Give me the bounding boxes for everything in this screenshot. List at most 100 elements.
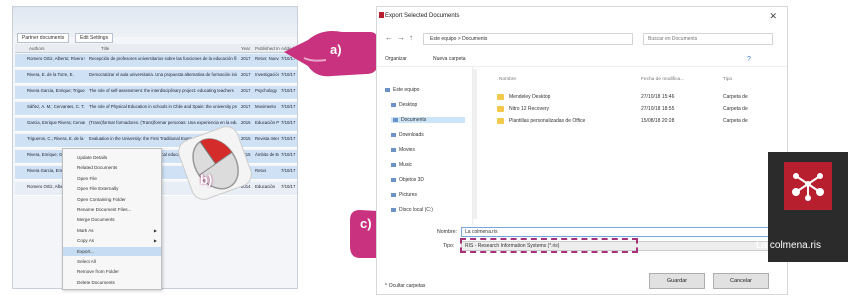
- menu-item[interactable]: Open Containing Folder: [63, 195, 161, 204]
- column-header-name[interactable]: Nombre: [499, 77, 516, 82]
- cell-authors: Garcia, Enrique Rivera; Cervantes, Carme…: [27, 120, 85, 125]
- save-button[interactable]: Guardar: [649, 273, 705, 289]
- name-label: Nombre:: [437, 229, 457, 235]
- forward-arrow-icon[interactable]: →: [397, 33, 405, 42]
- menu-item[interactable]: Select All: [63, 257, 161, 266]
- tree-item[interactable]: Music: [391, 162, 412, 168]
- column-header-published[interactable]: Published In: [255, 46, 280, 51]
- cell-year: 2017: [241, 88, 251, 93]
- column-header-title[interactable]: Title: [101, 46, 109, 51]
- menu-item[interactable]: Related Documents: [63, 163, 161, 172]
- file-name-field[interactable]: La colmena.ris: [461, 227, 781, 237]
- tree-item[interactable]: Desktop: [391, 102, 417, 108]
- cancel-button[interactable]: Cancelar: [713, 273, 769, 289]
- new-folder-button[interactable]: Nueva carpeta: [433, 56, 466, 62]
- table-row[interactable]: Trigueros, C.; Rivera, E. de la Torre, E…: [15, 134, 297, 148]
- file-row[interactable]: Mendeley Desktop 27/10/18 15:46 Carpeta de: [497, 93, 783, 102]
- cell-title: Recepción de profesores universitarios s…: [89, 56, 237, 61]
- menu-item[interactable]: Rename Document Files...: [63, 205, 161, 214]
- cell-title: The role of Physical Education in school…: [89, 104, 237, 109]
- context-menu: Update Details Related Documents Open File…: [62, 148, 162, 290]
- file-date: 27/10/18 15:46: [641, 94, 675, 100]
- search-input[interactable]: [643, 33, 773, 45]
- cell-published: Retos: [255, 168, 267, 173]
- menu-item[interactable]: Copy As ▶: [63, 236, 161, 245]
- column-header-year[interactable]: Year: [241, 46, 250, 51]
- submenu-arrow-icon: ▶: [153, 227, 157, 233]
- folder-icon: [385, 87, 390, 92]
- tree-item-label: Movies: [399, 147, 415, 153]
- address-bar[interactable]: Este equipo > Documents: [423, 33, 633, 45]
- column-header-authors[interactable]: Authors: [29, 46, 45, 51]
- menu-item-label: Update Details: [77, 155, 108, 160]
- table-row[interactable]: Garcia, Enrique Rivera; Cervantes, Carme…: [15, 118, 297, 132]
- library-table-header: Authors Title Year Published In Added: [15, 44, 297, 53]
- menu-item-label: Remove from Folder: [77, 269, 119, 275]
- file-type: Carpeta de: [723, 94, 748, 100]
- up-arrow-icon[interactable]: ↑: [409, 33, 413, 42]
- menu-item[interactable]: Merge Documents: [63, 215, 161, 224]
- cell-published: Educación Pedagógica: [255, 120, 279, 125]
- cell-year: 2017: [241, 72, 251, 77]
- ris-file-desktop-icon[interactable]: La colmena.ris: [756, 152, 848, 262]
- cell-added: 7/10/17: [281, 88, 296, 93]
- file-row[interactable]: Plantillas personalizadas de Office 15/08…: [497, 117, 783, 126]
- cell-authors: Romero Ortiz, Alberto; Rivera Garcia, En…: [27, 56, 85, 61]
- callout-c-label: c): [360, 216, 372, 231]
- type-label: Tipo:: [443, 243, 455, 249]
- file-list: Nombre Fecha de modifica... Tipo Mendele…: [477, 67, 785, 217]
- hide-folders-toggle[interactable]: ^ Ocultar carpetas: [385, 283, 425, 289]
- tree-item[interactable]: Pictures: [391, 192, 417, 198]
- cell-added: 7/10/17: [281, 168, 296, 173]
- folder-icon: [391, 132, 396, 137]
- menu-item[interactable]: Open File: [63, 174, 161, 183]
- tab-edit-settings[interactable]: Edit Settings: [75, 33, 114, 43]
- back-arrow-icon[interactable]: ←: [385, 33, 393, 42]
- tree-item[interactable]: Disco local (C:): [391, 207, 433, 213]
- table-row[interactable]: Rivera, E. de la Torre, E. Democratizar e…: [15, 70, 297, 84]
- close-icon[interactable]: ✕: [769, 11, 777, 22]
- table-row[interactable]: Rivera Garcia, Enrique; Trigueros Cervan…: [15, 86, 297, 100]
- organize-button[interactable]: Organizar: [385, 56, 407, 62]
- table-row[interactable]: Romero Ortiz, Alberto; Rivera Garcia, En…: [15, 54, 297, 68]
- cell-published: Investigación: [255, 72, 279, 77]
- callout-a-label: a): [330, 42, 342, 57]
- menu-item[interactable]: Update Details: [63, 153, 161, 162]
- menu-item-label: Copy As: [77, 238, 95, 244]
- mendeley-app-icon: [379, 12, 384, 18]
- menu-item[interactable]: Delete Documents: [63, 278, 161, 287]
- file-type: Carpeta de: [723, 106, 748, 112]
- menu-item-label: Select All: [77, 259, 96, 264]
- tree-item[interactable]: Downloads: [391, 132, 424, 138]
- file-row[interactable]: Nitro 12 Recovery 27/10/18 18:55 Carpeta d…: [497, 105, 783, 114]
- file-type: Carpeta de: [723, 118, 748, 124]
- menu-item[interactable]: Open File Externally: [63, 184, 161, 193]
- folder-icon: [393, 117, 398, 122]
- tree-item-label: Downloads: [399, 132, 424, 138]
- table-row[interactable]: Sáñez, A. M.; Cervantes, C. T.; Garcia, …: [15, 102, 297, 116]
- file-name: Nitro 12 Recovery: [509, 106, 550, 112]
- tree-item[interactable]: Documents: [391, 117, 465, 123]
- hide-folders-label: Ocultar carpetas: [388, 283, 426, 289]
- menu-item[interactable]: Remove from Folder: [63, 267, 161, 276]
- column-header-type[interactable]: Tipo: [723, 77, 732, 82]
- cell-published: Retos: Nuevas: [255, 56, 279, 61]
- menu-item-label: Delete Documents: [77, 279, 115, 285]
- tree-item[interactable]: Movies: [391, 147, 415, 153]
- tree-item[interactable]: Este equipo: [385, 87, 419, 93]
- menu-item[interactable]: Mark As ▶: [63, 226, 161, 235]
- tree-item-label: Documents: [401, 117, 427, 123]
- menu-item[interactable]: Export...: [63, 246, 161, 256]
- help-icon[interactable]: ?: [747, 56, 751, 63]
- cell-added: 7/10/17: [281, 136, 296, 141]
- cell-title: The role of self-assessment: the interdi…: [89, 88, 234, 93]
- cell-authors: Rivera, E. de la Torre, E.: [27, 72, 74, 77]
- folder-icon: [391, 147, 396, 152]
- file-name-label: La colmena.ris: [756, 240, 822, 251]
- folder-icon: [391, 102, 396, 107]
- tab-partner-documents[interactable]: Partner documents: [17, 33, 70, 43]
- folder-tree: Este equipo Desktop Documents Downloads Movi…: [377, 67, 473, 227]
- tree-item[interactable]: Objetos 3D: [391, 177, 424, 183]
- tree-item-label: Desktop: [399, 102, 418, 108]
- column-header-date[interactable]: Fecha de modifica...: [641, 77, 684, 82]
